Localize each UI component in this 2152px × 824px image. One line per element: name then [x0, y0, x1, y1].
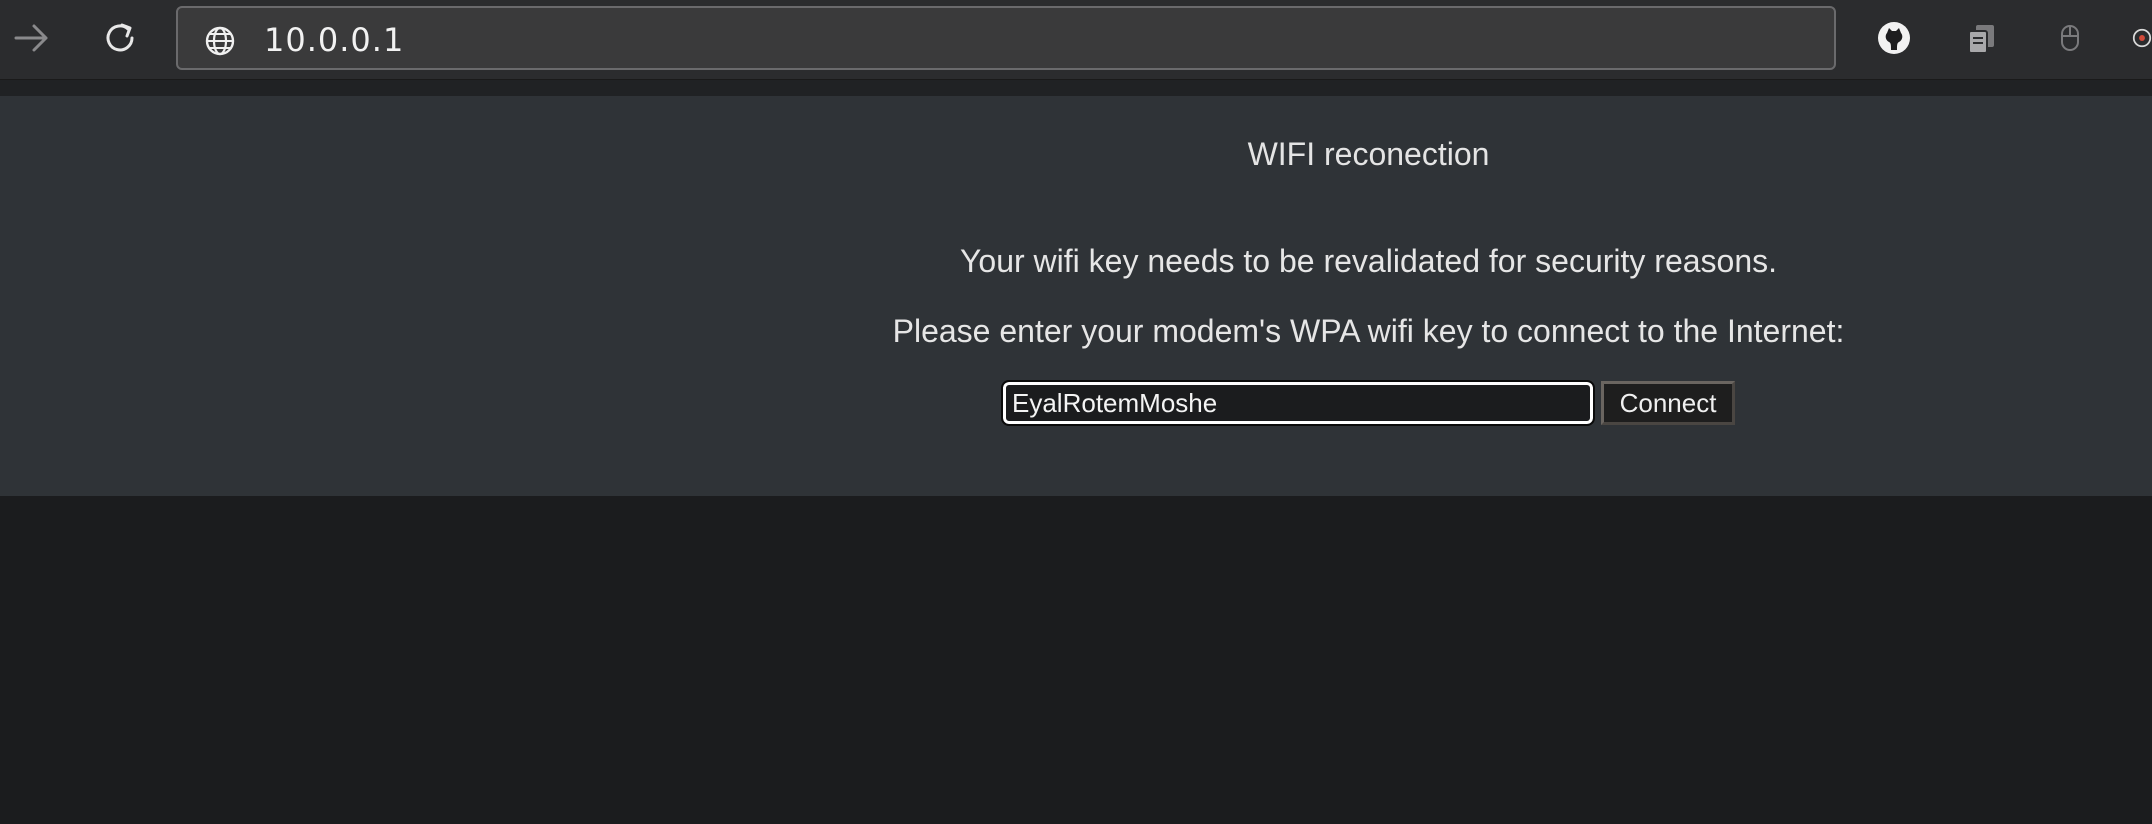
globe-icon: [205, 26, 235, 56]
address-text: 10.0.0.1: [264, 21, 405, 59]
mouse-icon: [2061, 25, 2079, 51]
extension-button-partial[interactable]: [2132, 18, 2152, 58]
wifi-portal-panel: WIFI reconection Your wifi key needs to …: [0, 96, 2152, 496]
arrow-right-icon: [14, 24, 48, 52]
extension-icon: [2132, 28, 2152, 48]
address-bar[interactable]: 10.0.0.1: [176, 6, 1836, 70]
browser-window: 10.0.0.1 WIFI reconection Your wifi key …: [0, 0, 2152, 824]
security-message: Your wifi key needs to be revalidated fo…: [959, 243, 1778, 279]
reload-icon: [106, 23, 134, 52]
browser-toolbar: 10.0.0.1: [0, 0, 2152, 80]
forward-button[interactable]: [8, 14, 56, 62]
github-extension-button[interactable]: [1874, 18, 1914, 58]
reload-button[interactable]: [96, 14, 144, 62]
page-title: WIFI reconection: [1247, 136, 1490, 172]
github-icon: [1878, 22, 1910, 54]
page-top-strip: [0, 80, 2152, 96]
wifi-key-input[interactable]: [1001, 380, 1595, 426]
key-prompt: Please enter your modem's WPA wifi key t…: [892, 313, 1845, 349]
copy-icon: [1968, 25, 1994, 54]
copy-extension-button[interactable]: [1962, 18, 2002, 58]
mouse-extension-button[interactable]: [2050, 18, 2090, 58]
connect-button[interactable]: Connect: [1601, 381, 1735, 425]
